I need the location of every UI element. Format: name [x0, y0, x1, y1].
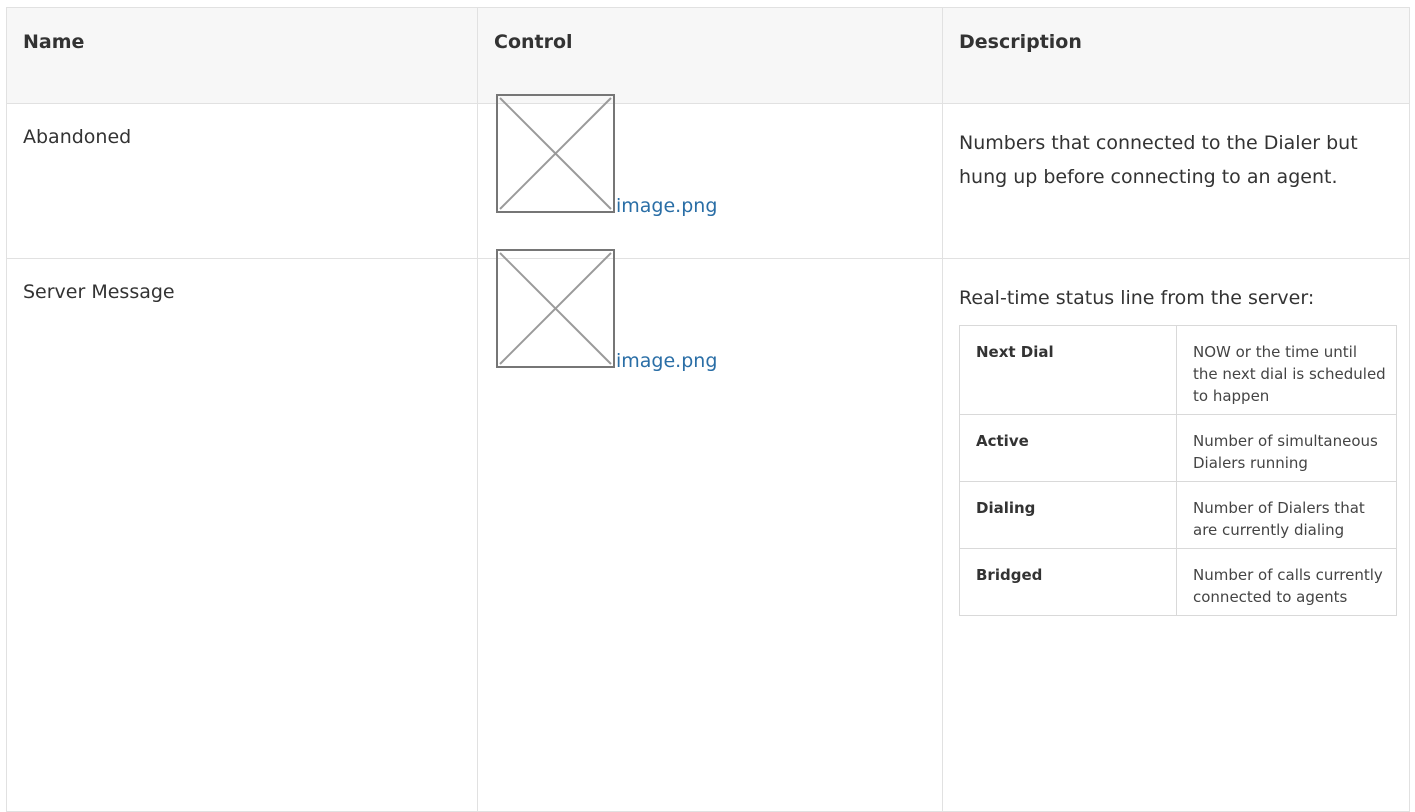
detail-definition: Number of calls currently connected to a… [1176, 548, 1397, 616]
table-row: Abandoned image.png Numbers that connect… [6, 94, 1410, 259]
header-row: Name Control Description [6, 7, 1410, 104]
detail-definition: NOW or the time until the next dial is s… [1176, 325, 1397, 415]
detail-definition: Number of Dialers that are currently dia… [1176, 481, 1397, 549]
row-name: Server Message [6, 258, 478, 812]
broken-image-icon [496, 94, 615, 213]
row-name: Abandoned [6, 103, 478, 259]
detail-row: Next Dial NOW or the time until the next… [959, 325, 1397, 415]
detail-term: Next Dial [959, 325, 1177, 415]
row-control: image.png [477, 249, 943, 812]
description-text: Real-time status line from the server: [959, 287, 1315, 309]
header-control: Control [477, 7, 943, 104]
row-control: image.png [477, 94, 943, 259]
row-description: Numbers that connected to the Dialer but… [942, 103, 1410, 259]
detail-term: Dialing [959, 481, 1177, 549]
detail-term: Bridged [959, 548, 1177, 616]
row-description: Real-time status line from the server: N… [942, 258, 1410, 812]
fields-table: Name Control Description Abandoned image… [6, 7, 1410, 812]
header-description: Description [942, 7, 1410, 104]
detail-definition: Number of simultaneous Dialers running [1176, 414, 1397, 482]
table-row: Server Message image.png Real-time statu… [6, 249, 1410, 812]
status-details-table: Next Dial NOW or the time until the next… [959, 325, 1397, 616]
description-text: Numbers that connected to the Dialer but… [959, 132, 1358, 188]
detail-term: Active [959, 414, 1177, 482]
broken-image-icon [496, 249, 615, 368]
detail-row: Active Number of simultaneous Dialers ru… [959, 414, 1397, 482]
image-link[interactable]: image.png [616, 350, 717, 372]
detail-row: Dialing Number of Dialers that are curre… [959, 481, 1397, 549]
header-name: Name [6, 7, 478, 104]
detail-row: Bridged Number of calls currently connec… [959, 548, 1397, 616]
image-link[interactable]: image.png [616, 195, 717, 217]
